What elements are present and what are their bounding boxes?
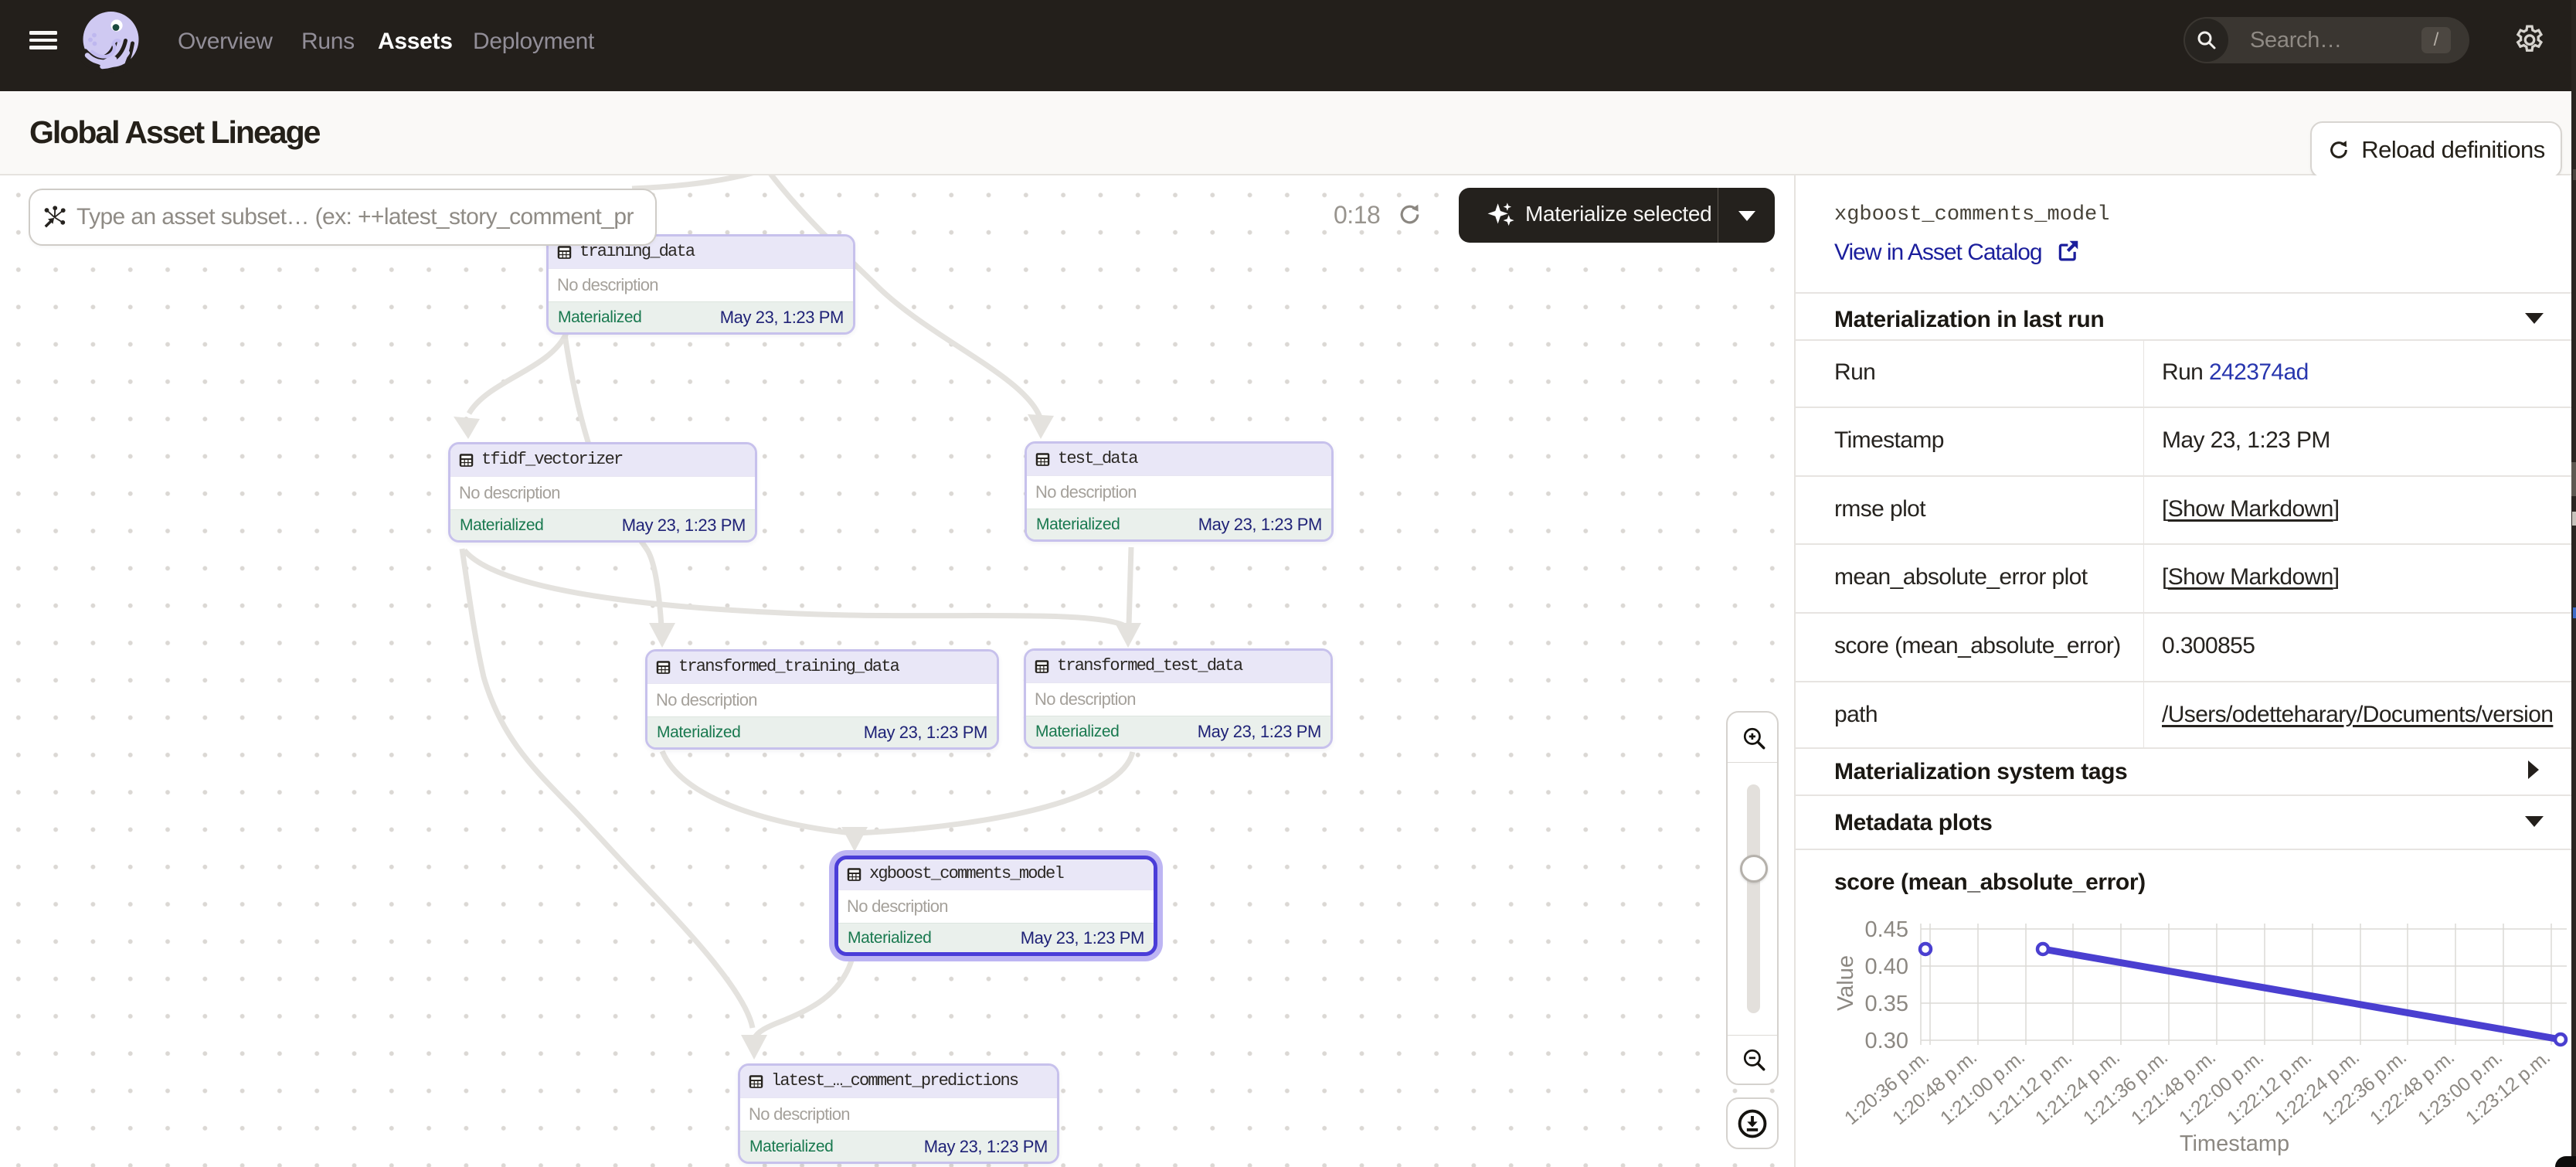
svg-text:Value: Value bbox=[1833, 955, 1858, 1011]
svg-text:0.45: 0.45 bbox=[1865, 917, 1908, 942]
svg-text:0.35: 0.35 bbox=[1865, 992, 1908, 1016]
svg-text:0.40: 0.40 bbox=[1865, 954, 1908, 979]
svg-text:Timestamp: Timestamp bbox=[2180, 1131, 2289, 1156]
svg-text:0.30: 0.30 bbox=[1865, 1029, 1908, 1053]
